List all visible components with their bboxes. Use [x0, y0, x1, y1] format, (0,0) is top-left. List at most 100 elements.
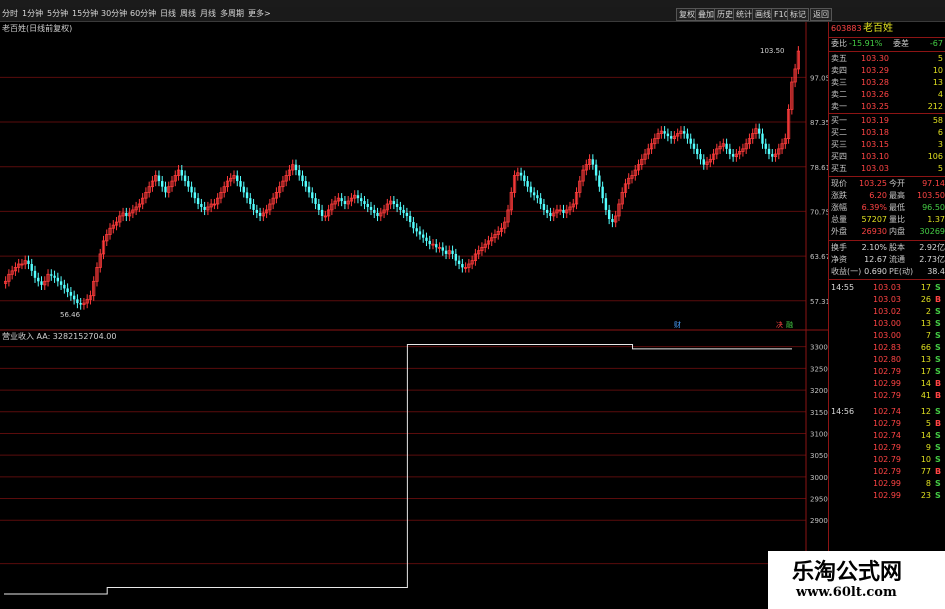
candle-body [545, 209, 549, 213]
tick-price: 102.99 [873, 379, 901, 388]
sub-chart-title: 营业收入 AA: 3282152704.00 [2, 331, 116, 341]
candle-body [418, 231, 422, 235]
candle-body [53, 275, 56, 278]
main-y-tick-label: 57.31 [810, 298, 828, 306]
tick-row: 102.99 8 S [829, 478, 945, 490]
ask-row[interactable]: 卖四 103.29 10 [829, 65, 945, 77]
panel-separator [829, 240, 945, 241]
stat-value: 6.39% [861, 203, 887, 212]
stat-row: 涨跌 6.20 最高 103.50 [829, 190, 945, 202]
period-daily-button[interactable]: 日线 [160, 8, 176, 20]
revenue-line-series [4, 344, 792, 595]
tick-volume: 14 [920, 431, 931, 440]
tick-side: S [935, 343, 941, 352]
main-price-axis: 97.05 87.35 78.61 70.75 63.67 57.31 [810, 74, 828, 305]
tick-volume: 10 [920, 455, 931, 464]
candle-body [702, 159, 705, 165]
candle-body [405, 212, 409, 216]
candle-body [311, 192, 314, 199]
candle-body [395, 204, 399, 207]
watermark-title: 乐淘公式网 [792, 560, 903, 585]
sub-value-axis: 33000 32500 32000 31500 31000 30500 30000 29500… [810, 344, 828, 569]
wei-cha-value: -67 [929, 39, 943, 48]
stat-label: 现价 [831, 179, 847, 188]
period-15min-button[interactable]: 15分钟 [72, 8, 98, 20]
candle-body [539, 198, 542, 205]
candle-body [692, 143, 696, 149]
candle-body [294, 164, 298, 171]
candle-body [27, 260, 30, 265]
finance-marker[interactable]: 财 [674, 320, 681, 329]
tick-price: 102.79 [873, 455, 901, 464]
candle-body [340, 198, 343, 202]
bid-volume: 5 [937, 164, 943, 173]
candle-body [252, 204, 255, 210]
candle-body [758, 128, 761, 134]
period-60min-button[interactable]: 60分钟 [130, 8, 156, 20]
candle-body [164, 186, 167, 193]
period-intraday-button[interactable]: 分时 [2, 8, 18, 20]
bid-row[interactable]: 买四 103.10 106 [829, 151, 945, 163]
tick-price: 102.79 [873, 467, 901, 476]
panel-separator [829, 279, 945, 280]
period-30min-button[interactable]: 30分钟 [101, 8, 127, 20]
candle-body [529, 186, 533, 193]
bid-row[interactable]: 买三 103.15 3 [829, 139, 945, 151]
margin-marker[interactable]: 融 [786, 320, 793, 329]
tick-side: S [935, 367, 941, 376]
stat-value: 96.50 [922, 203, 945, 212]
mark-button[interactable]: 标记 [787, 8, 809, 21]
period-monthly-button[interactable]: 月线 [200, 8, 216, 20]
candle-body [601, 186, 604, 199]
tick-side: S [935, 443, 941, 452]
ask-volume: 13 [932, 78, 943, 87]
tick-row: 102.79 9 S [829, 442, 945, 454]
stat-value: 38.4 [927, 267, 945, 276]
period-multi-button[interactable]: 多周期 [220, 8, 244, 20]
tick-row: 103.03 26 B [829, 294, 945, 306]
ask-volume: 4 [937, 90, 943, 99]
ask-row[interactable]: 卖一 103.25 212 [829, 101, 945, 113]
period-1min-button[interactable]: 1分钟 [22, 8, 43, 20]
candle-body [686, 133, 689, 139]
stat-value: 1.37 [927, 215, 945, 224]
candle-body [562, 209, 565, 213]
wei-bi-value: -15.91% [849, 39, 883, 48]
ask-label: 卖一 [831, 102, 847, 111]
candle-body [731, 154, 735, 157]
ask-row[interactable]: 卖三 103.28 13 [829, 77, 945, 89]
candle-body [37, 277, 40, 282]
candle-body [699, 154, 702, 160]
back-button[interactable]: 返回 [810, 8, 832, 21]
bid-row[interactable]: 买五 103.03 5 [829, 163, 945, 175]
stat-value: 57207 [861, 215, 887, 224]
bid-row[interactable]: 买一 103.19 58 [829, 115, 945, 127]
tick-price: 103.03 [873, 295, 901, 304]
period-5min-button[interactable]: 5分钟 [47, 8, 68, 20]
period-weekly-button[interactable]: 周线 [180, 8, 196, 20]
panel-separator [829, 113, 945, 114]
main-y-tick-label: 63.67 [810, 253, 828, 261]
stat-value: 0.690 [864, 267, 887, 276]
chart-area[interactable]: 97.05 87.35 78.61 70.75 63.67 57.31 33000 3250… [0, 22, 828, 609]
bid-volume: 58 [932, 116, 943, 125]
stat-row: 总量 57207 量比 1.37 [829, 214, 945, 226]
period-more-button[interactable]: 更多> [248, 8, 271, 20]
decision-marker[interactable]: 决 [776, 320, 783, 329]
bid-row[interactable]: 买二 103.18 6 [829, 127, 945, 139]
tick-volume: 77 [920, 467, 931, 476]
candle-body [33, 270, 37, 278]
tick-row: 102.79 77 B [829, 466, 945, 478]
candle-body [532, 192, 536, 196]
candle-body [415, 228, 418, 232]
ask-row[interactable]: 卖二 103.26 4 [829, 89, 945, 101]
candle-body [56, 277, 60, 282]
tick-price: 103.02 [873, 307, 901, 316]
tick-side: S [935, 283, 941, 292]
candle-body [193, 192, 197, 199]
tick-side: B [935, 379, 942, 388]
ask-row[interactable]: 卖五 103.30 5 [829, 53, 945, 65]
tick-side: S [935, 431, 941, 440]
candle-body [536, 195, 539, 199]
tick-volume: 12 [920, 407, 931, 416]
